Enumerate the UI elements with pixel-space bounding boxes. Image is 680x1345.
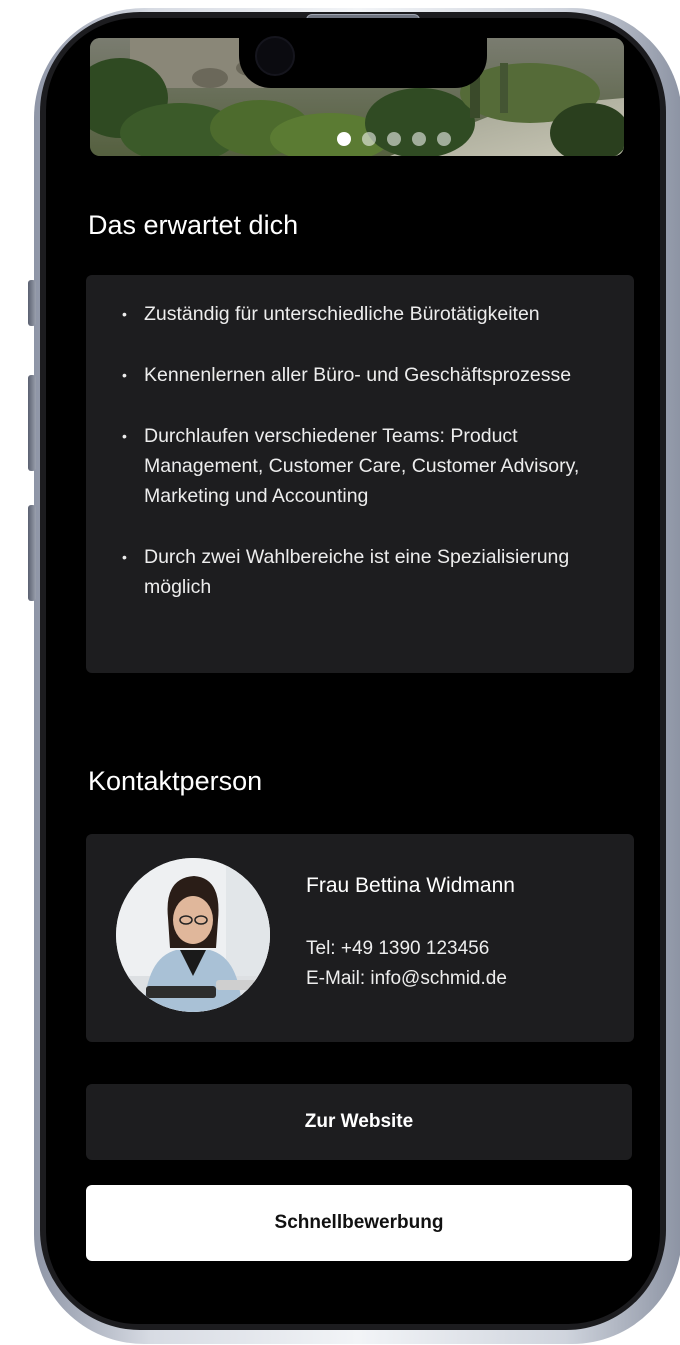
quick-apply-button[interactable]: Schnellbewerbung [86,1185,632,1261]
carousel-dot-4[interactable] [412,132,426,146]
tasks-section-title: Das erwartet dich [88,210,299,240]
carousel-pagination [337,132,451,146]
task-item: Kennenlernen aller Büro- und Geschäftspr… [122,360,604,390]
volume-up-button [28,375,36,471]
task-item: Zuständig für unterschiedliche Bürotätig… [122,299,604,329]
contact-photo [116,858,270,1012]
silent-switch [28,280,36,326]
front-camera [255,36,295,76]
carousel-dot-1[interactable] [337,132,351,146]
task-item: Durchlaufen verschiedener Teams: Product… [122,421,604,511]
quick-apply-button-label: Schnellbewerbung [274,1212,444,1233]
carousel-dot-5[interactable] [437,132,451,146]
carousel-dot-3[interactable] [387,132,401,146]
contact-email[interactable]: E-Mail: info@schmid.de [306,968,507,990]
website-button[interactable]: Zur Website [86,1084,632,1160]
contact-section-title: Kontaktperson [88,766,263,796]
volume-down-button [28,505,36,601]
contact-card: Frau Bettina Widmann Tel: +49 1390 12345… [86,834,634,1042]
contact-name: Frau Bettina Widmann [306,874,515,897]
contact-phone[interactable]: Tel: +49 1390 123456 [306,938,489,960]
tasks-list: Zuständig für unterschiedliche Bürotätig… [86,275,634,602]
tasks-card: Zuständig für unterschiedliche Bürotätig… [86,275,634,673]
task-item: Durch zwei Wahlbereiche ist eine Spezial… [122,542,604,602]
page: Das erwartet dich Zuständig für untersch… [0,0,680,1345]
phone-screen: Das erwartet dich Zuständig für untersch… [46,18,660,1324]
avatar [116,858,270,1012]
carousel-dot-2[interactable] [362,132,376,146]
website-button-label: Zur Website [304,1111,414,1132]
